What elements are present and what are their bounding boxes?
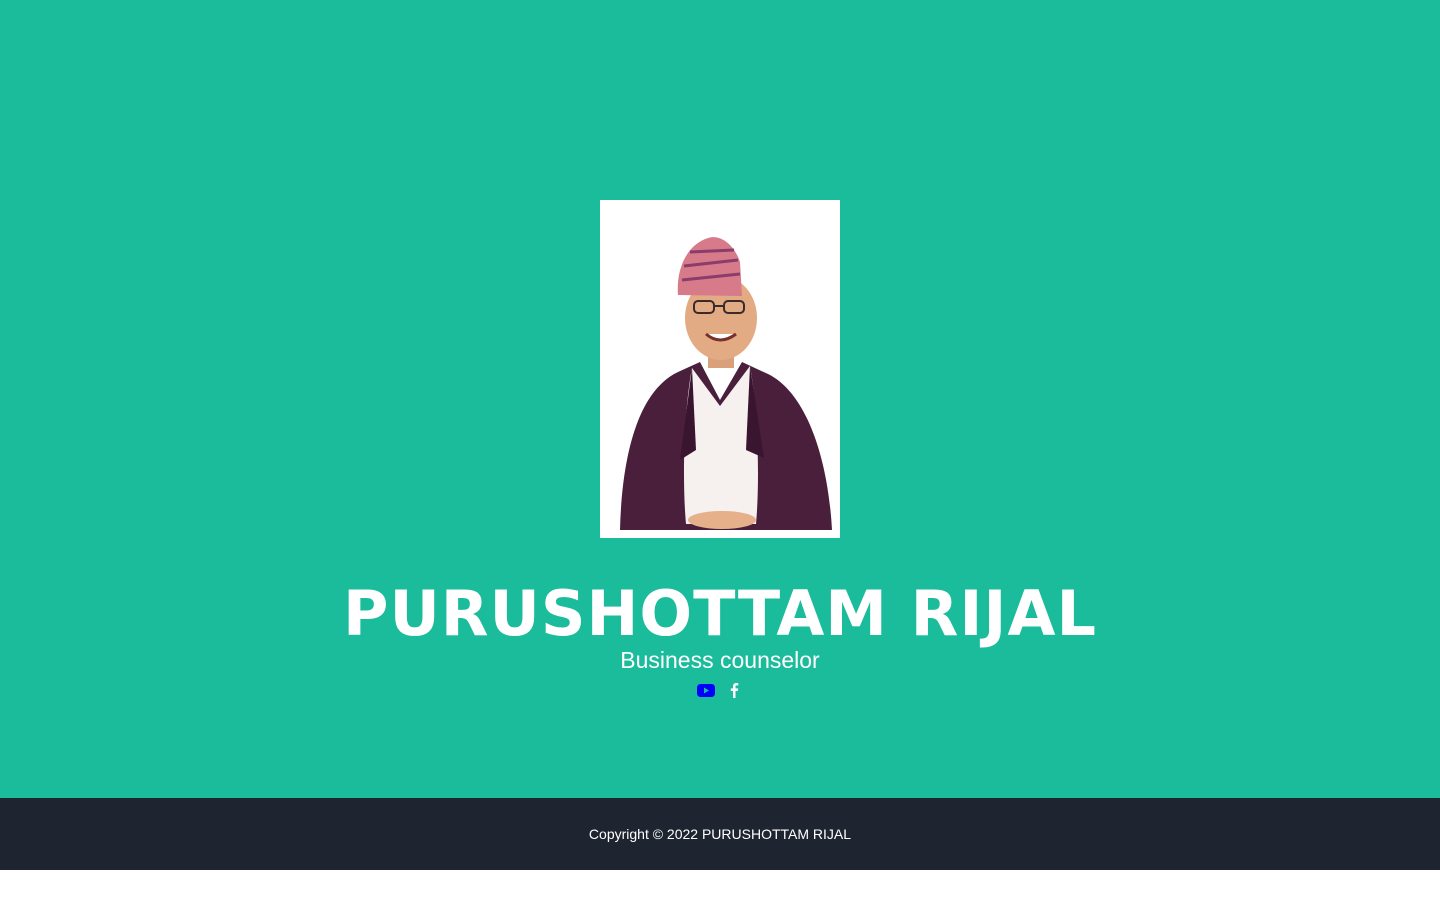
page-subtitle: Business counselor [620, 647, 820, 673]
portrait-illustration [600, 200, 840, 538]
facebook-link[interactable] [725, 680, 743, 700]
youtube-link[interactable] [697, 680, 715, 700]
page-title: PURUSHOTTAM RIJAL [343, 577, 1097, 650]
copyright-text: Copyright © 2022 PURUSHOTTAM RIJAL [588, 826, 852, 842]
social-links [0, 680, 1440, 700]
hero-section: PURUSHOTTAM RIJAL Business counselor [0, 0, 1440, 798]
facebook-icon [730, 683, 739, 698]
youtube-icon [697, 683, 715, 697]
profile-photo [600, 200, 840, 538]
footer: Copyright © 2022 PURUSHOTTAM RIJAL [0, 798, 1440, 870]
